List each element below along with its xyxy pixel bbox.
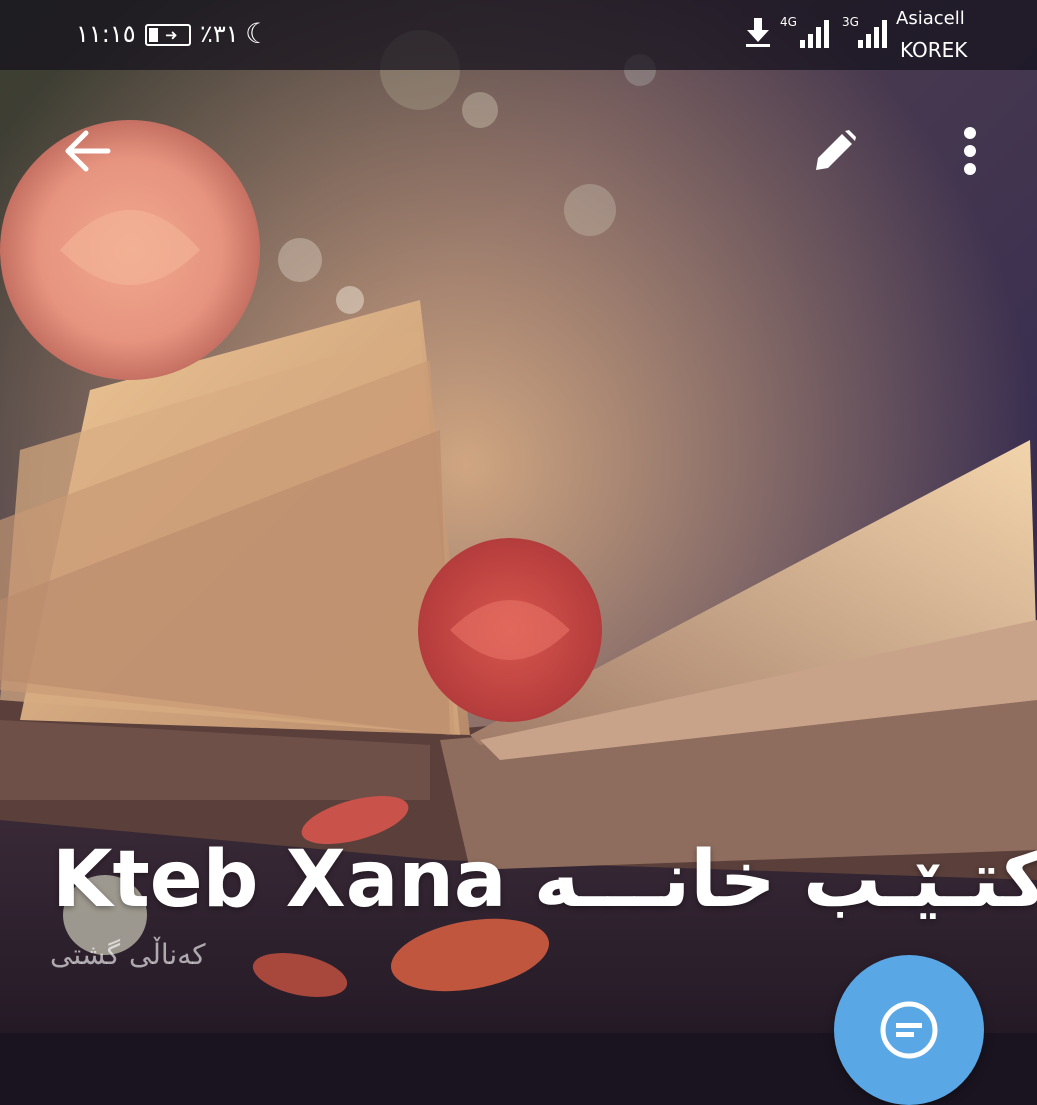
status-bar: ١١:١٥ ➜ ٪٣١ ☾ 4G 3G Asiacell KOREK <box>0 0 1037 70</box>
signal-icon <box>858 18 892 50</box>
battery-percent: ٪٣١ <box>200 20 239 48</box>
network-type-4g: 4G <box>780 15 797 29</box>
carrier-name-1: Asiacell <box>896 8 965 29</box>
pencil-icon <box>816 130 856 170</box>
network-type-3g: 3G <box>842 15 859 29</box>
carrier-name-2: KOREK <box>900 38 968 62</box>
back-button[interactable] <box>52 116 122 186</box>
moon-icon: ☾ <box>245 17 271 50</box>
channel-title: Kteb Xana کتـێـب خانـــه <box>52 835 1037 925</box>
more-options-button[interactable] <box>935 116 1005 186</box>
message-icon <box>880 1001 938 1059</box>
edit-button[interactable] <box>800 116 870 186</box>
message-fab-button[interactable] <box>834 955 984 1105</box>
status-time: ١١:١٥ <box>76 20 136 48</box>
more-vertical-icon <box>964 127 976 175</box>
signal-icon <box>800 18 834 50</box>
channel-subtitle: کەناڵی گشتی <box>50 938 206 971</box>
download-icon <box>744 16 772 55</box>
arrow-back-icon <box>65 130 111 172</box>
battery-charging-icon: ➜ <box>145 24 191 46</box>
